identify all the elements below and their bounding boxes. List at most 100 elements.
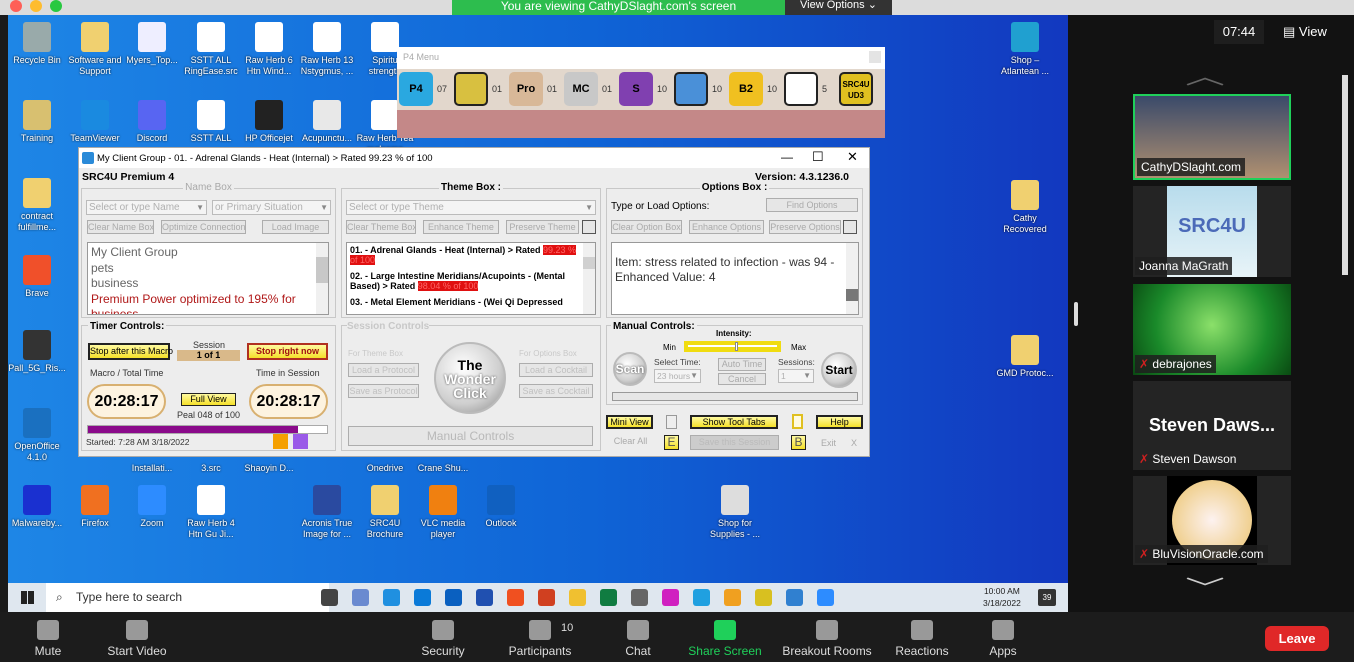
stop-right-now-button[interactable]: Stop right now [247,343,328,360]
name-select[interactable]: Select or type Name [86,200,207,215]
full-view-button[interactable]: Full View [181,393,236,406]
start-button[interactable]: Start [821,352,857,388]
minimize-window-button[interactable] [30,0,42,12]
taskbar-app-icon[interactable] [631,589,648,606]
stop-after-macro-button[interactable]: Stop after this Macro [88,343,173,360]
list-item[interactable]: business [91,276,325,292]
show-tool-tabs-button[interactable]: Show Tool Tabs [690,415,778,429]
taskbar-app-icon[interactable] [445,589,462,606]
desktop-icon[interactable]: VLC media player [414,485,472,540]
help-button[interactable]: Help [816,415,863,429]
taskbar-app-icon[interactable] [507,589,524,606]
taskbar-app-icon[interactable] [662,589,679,606]
theme-option-button[interactable] [582,220,596,234]
desktop-icon[interactable]: Raw Herb 13 Nstygmus, ... [298,22,356,77]
cancel-button[interactable]: Cancel [718,373,766,385]
desktop-icon[interactable]: Pall_5G_Ris... [8,330,66,374]
taskbar-app-icon[interactable] [724,589,741,606]
p4-close-button[interactable] [869,51,881,63]
desktop-icon[interactable]: Training [8,100,66,144]
reactions-button[interactable]: Reactions [877,620,967,658]
taskbar-app-icon[interactable] [383,589,400,606]
list-item[interactable]: My Client Group [91,245,325,261]
scroll-down-chevron[interactable]: ﹀ [1185,571,1225,603]
desktop-icon[interactable]: Myers_Top... [123,22,181,66]
enhance-options-button[interactable]: Enhance Options [689,220,764,234]
mini-view-button[interactable]: Mini View [606,415,653,429]
save-session-button[interactable]: Save this Session [690,435,779,450]
desktop-icon[interactable]: Brave [8,255,66,299]
scrollbar[interactable] [316,243,328,314]
minimize-button[interactable]: — [781,150,793,164]
taskbar-app-icon[interactable] [755,589,772,606]
desktop-icon[interactable]: Malwareby... [8,485,66,529]
situation-select[interactable]: or Primary Situation [212,200,331,215]
manual-controls-button[interactable]: Manual Controls [348,426,593,446]
name-list[interactable]: My Client Group pets business Premium Po… [87,242,329,315]
desktop-icon[interactable]: Acupunctu... [298,100,356,144]
scrollbar[interactable] [846,243,858,314]
intensity-slider[interactable] [684,341,781,352]
theme-select[interactable]: Select or type Theme [346,200,596,215]
desktop-icon[interactable]: HP Officejet [240,100,298,144]
taskbar-app-icon[interactable] [693,589,710,606]
maximize-window-button[interactable] [50,0,62,12]
desktop-icon[interactable]: SRC4U Brochure [356,485,414,540]
desktop-icon[interactable]: Cathy Recovered [996,180,1054,235]
apps-button[interactable]: Apps [958,620,1048,658]
breakout-rooms-button[interactable]: Breakout Rooms [782,620,872,658]
exit-x-button[interactable]: X [851,438,857,448]
taskbar-app-icon[interactable] [786,589,803,606]
theme-item[interactable]: 02. - Large Intestine Meridians/Acupoint… [350,271,581,291]
desktop-icon[interactable]: SSTT ALL [182,100,240,144]
taskbar-search-input[interactable]: ⌕ Type here to search [46,583,329,612]
p4-tool-src4u-ud3[interactable]: SRC4U UD3 [839,72,873,106]
desktop-icon[interactable]: 3.src [182,463,240,474]
participant-tile[interactable]: ✗ BluVisionOracle.com [1133,476,1291,565]
p4-tool-s[interactable]: S [619,72,653,106]
save-protocol-button[interactable]: Save as Protocol [348,384,419,398]
participant-tile[interactable]: ✗ debrajones [1133,284,1291,375]
taskbar-app-icon[interactable] [476,589,493,606]
load-protocol-button[interactable]: Load a Protocol [348,363,419,377]
list-item[interactable]: pets [91,261,325,277]
windows-start-icon[interactable] [21,591,34,604]
clear-theme-box-button[interactable]: Clear Theme Box [346,220,416,234]
taskbar-app-icon[interactable] [321,589,338,606]
desktop-icon[interactable]: Raw Herb 4 Htn Gu Ji... [182,485,240,540]
load-cocktail-button[interactable]: Load a Cocktail [519,363,593,377]
clipboard-icon[interactable] [792,414,803,429]
orange-color-swatch[interactable] [273,434,288,449]
scrollbar[interactable] [583,243,595,314]
desktop-icon[interactable]: Recycle Bin [8,22,66,66]
options-extra-button[interactable] [843,220,857,234]
p4-tool-spiral[interactable] [784,72,818,106]
start-video-button[interactable]: Start Video [92,620,182,658]
load-image-button[interactable]: Load Image [262,220,329,234]
close-button[interactable]: ✕ [847,149,858,165]
mute-button[interactable]: Mute [3,620,93,658]
desktop-icon[interactable]: Discord [123,100,181,144]
desktop-icon[interactable]: GMD Protoc... [996,335,1054,379]
theme-item[interactable]: 03. - Metal Element Meridians - (Wei Qi … [350,297,581,307]
enhance-theme-button[interactable]: Enhance Theme [423,220,499,234]
p4-tool-pro[interactable]: Pro [509,72,543,106]
clear-name-box-button[interactable]: Clear Name Box [87,220,154,234]
desktop-icon[interactable]: Firefox [66,485,124,529]
slider-thumb[interactable] [735,342,739,351]
panel-scrollbar[interactable] [1342,75,1348,275]
desktop-icon[interactable]: Raw Herb 6 Htn Wind... [240,22,298,77]
taskbar-clock[interactable]: 10:00 AM 3/18/2022 [983,585,1021,609]
find-options-button[interactable]: Find Options [766,198,858,212]
share-screen-button[interactable]: Share Screen [680,620,770,658]
wonder-click-button[interactable]: The Wonder Click [434,342,506,414]
p4-tool-runner[interactable] [674,72,708,106]
list-item[interactable]: Premium Power optimized to 195% for busi… [91,292,306,315]
preserve-options-button[interactable]: Preserve Options [769,220,841,234]
scan-button[interactable]: Scan [613,352,647,386]
desktop-icon[interactable]: Crane Shu... [414,463,472,474]
optimize-connection-button[interactable]: Optimize Connection [161,220,246,234]
taskbar-app-icon[interactable] [817,589,834,606]
taskbar-app-icon[interactable] [352,589,369,606]
leave-button[interactable]: Leave [1265,626,1329,651]
